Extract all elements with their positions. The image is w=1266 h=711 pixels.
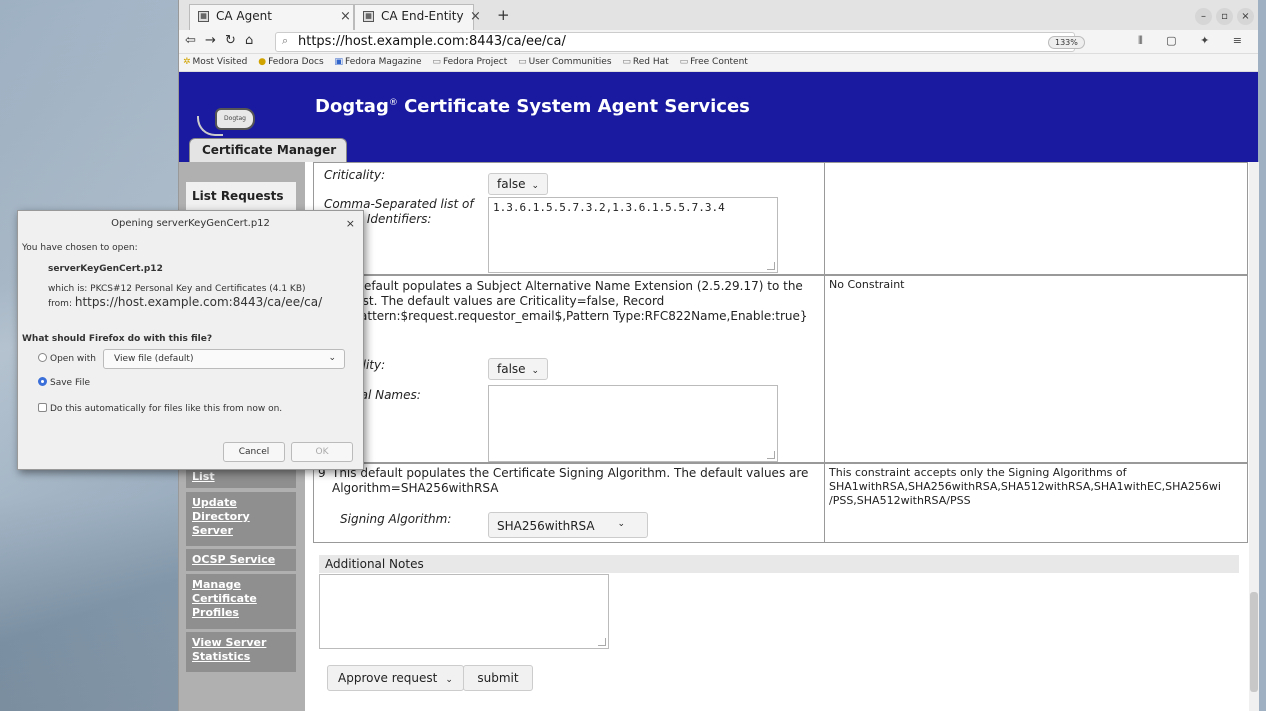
zoom-level[interactable]: 133%	[1048, 36, 1085, 49]
general-names-textarea[interactable]	[488, 385, 778, 462]
constraint-cell	[824, 163, 1249, 274]
criticality-label: Criticality:	[324, 168, 386, 182]
bookmark-fedora-magazine[interactable]: ▣ Fedora Magazine	[335, 57, 422, 67]
magazine-icon: ▣	[334, 57, 344, 67]
window-controls: – ▫ ×	[1191, 8, 1254, 25]
file-name: serverKeyGenCert.p12	[48, 264, 163, 274]
chosen-text: You have chosen to open:	[22, 243, 138, 253]
checkbox-icon	[38, 403, 47, 412]
bookmark-fedora-project[interactable]: ▭ Fedora Project	[432, 57, 507, 67]
constraint-cell: No Constraint	[824, 276, 1249, 462]
additional-notes-header: Additional Notes	[319, 555, 1239, 573]
open-with-radio[interactable]: Open with	[38, 353, 96, 364]
constraint-cell: This constraint accepts only the Signing…	[824, 464, 1249, 542]
chevron-down-icon: ⌄	[617, 519, 625, 529]
scrollbar-thumb[interactable]	[1250, 592, 1258, 692]
url-bar[interactable]: ⌕ https://host.example.com:8443/ca/ee/ca…	[275, 32, 1085, 52]
toolbar-icons[interactable]: ⫴ ▢ ✦ ≡	[1138, 34, 1252, 48]
policy-row-subject-alt-name: This default populates a Subject Alterna…	[313, 275, 1248, 463]
url-text: https://host.example.com:8443/ca/ee/ca/	[298, 34, 566, 49]
cancel-button[interactable]: Cancel	[223, 442, 285, 462]
approve-request-select[interactable]: Approve request ⌄	[327, 665, 464, 691]
sidebar-item-manage-profiles[interactable]: Manage Certificate Profiles	[186, 574, 296, 629]
navigation-bar: ⇦ → ↻ ⌂ ⌕ https://host.example.com:8443/…	[179, 30, 1258, 54]
bookmark-most-visited[interactable]: ✲ Most Visited	[183, 57, 247, 67]
policy-row-signing-alg: 9 This default populates the Certificate…	[313, 463, 1248, 543]
gear-icon: ✲	[183, 57, 191, 67]
tab-bar: ▦ CA Agent × ▦ CA End-Entity × + – ▫ ×	[179, 0, 1258, 30]
close-icon[interactable]: ×	[346, 217, 355, 230]
save-file-radio[interactable]: Save File	[38, 377, 90, 388]
reload-icon[interactable]: ↻	[225, 33, 236, 48]
page-banner: Dogtag Dogtag® Certificate System Agent …	[179, 72, 1258, 162]
bookmark-fedora-docs[interactable]: ● Fedora Docs	[258, 57, 323, 67]
criticality-select[interactable]: false ⌄	[488, 358, 549, 380]
ok-button[interactable]: OK	[291, 442, 353, 462]
close-icon[interactable]: ×	[470, 9, 481, 24]
tab-label: CA End-Entity	[381, 9, 464, 23]
dialog-title: Opening serverKeyGenCert.p12	[111, 218, 270, 229]
desktop-edge	[1258, 0, 1266, 711]
search-icon: ⌕	[282, 34, 289, 47]
bookmarks-bar: ✲ Most Visited ● Fedora Docs ▣ Fedora Magaz…	[179, 54, 1258, 72]
additional-notes-textarea[interactable]	[319, 574, 609, 649]
folder-icon: ▭	[518, 57, 527, 67]
policy-description: This default populates the Certificate S…	[332, 466, 809, 495]
chevron-down-icon: ⌄	[328, 353, 336, 363]
bookmark-user-communities[interactable]: ▭ User Communities	[518, 57, 611, 67]
fedora-icon: ●	[258, 57, 267, 67]
sidebar-item-view-stats[interactable]: View Server Statistics	[186, 632, 296, 672]
certificate-icon: ▦	[198, 11, 209, 22]
sidebar-item-update-directory[interactable]: Update Directory Server	[186, 492, 296, 546]
dogtag-logo: Dogtag	[197, 108, 255, 136]
minimize-icon[interactable]: –	[1195, 8, 1212, 25]
radio-icon	[38, 353, 47, 362]
back-icon[interactable]: ⇦	[185, 33, 196, 48]
page-title: Dogtag® Certificate System Agent Service…	[315, 96, 750, 117]
chevron-down-icon: ⌄	[445, 675, 453, 685]
tab-ca-end-entity[interactable]: ▦ CA End-Entity ×	[354, 4, 481, 30]
policy-description: This default populates a Subject Alterna…	[328, 279, 808, 323]
bookmark-red-hat[interactable]: ▭ Red Hat	[622, 57, 668, 67]
signing-algorithm-label: Signing Algorithm:	[340, 512, 452, 526]
tab-label: CA Agent	[216, 9, 272, 23]
file-type: which is: PKCS#12 Personal Key and Certi…	[48, 284, 306, 294]
maximize-icon[interactable]: ▫	[1216, 8, 1233, 25]
sidebar-item-list-requests[interactable]: List Requests	[186, 182, 296, 210]
certificate-icon: ▦	[363, 11, 374, 22]
new-tab-icon[interactable]: +	[497, 6, 510, 24]
submit-button[interactable]: submit	[463, 665, 533, 691]
bookmark-free-content[interactable]: ▭ Free Content	[680, 57, 748, 67]
signing-algorithm-select[interactable]: SHA256withRSA ⌄	[488, 512, 648, 538]
dialog-question: What should Firefox do with this file?	[22, 334, 213, 344]
close-window-icon[interactable]: ×	[1237, 8, 1254, 25]
download-dialog: Opening serverKeyGenCert.p12 × You have …	[17, 210, 364, 470]
folder-icon: ▭	[679, 57, 689, 67]
radio-selected-icon	[38, 377, 47, 386]
chevron-down-icon: ⌄	[531, 181, 540, 191]
auto-checkbox[interactable]: Do this automatically for files like thi…	[38, 403, 282, 414]
criticality-select[interactable]: false ⌄	[488, 173, 549, 195]
tab-ca-agent[interactable]: ▦ CA Agent ×	[189, 4, 354, 30]
tab-certificate-manager[interactable]: Certificate Manager	[189, 138, 348, 162]
folder-icon: ▭	[622, 57, 631, 67]
scrollbar[interactable]	[1249, 162, 1259, 711]
forward-icon[interactable]: →	[205, 33, 216, 48]
open-with-select[interactable]: View file (default) ⌄	[103, 349, 345, 369]
policy-row-ext-key-usage: Criticality: false ⌄ Comma-Separated list…	[313, 162, 1248, 275]
oid-textarea[interactable]: 1.3.6.1.5.5.7.3.2,1.3.6.1.5.5.7.3.4	[488, 197, 778, 273]
main-panel: Criticality: false ⌄ Comma-Separated list…	[313, 162, 1259, 711]
file-source: from: https://host.example.com:8443/ca/e…	[48, 295, 323, 309]
sidebar-item-ocsp[interactable]: OCSP Service	[186, 549, 296, 571]
chevron-down-icon: ⌄	[531, 366, 540, 376]
home-icon[interactable]: ⌂	[245, 33, 253, 48]
close-icon[interactable]: ×	[340, 9, 351, 24]
folder-icon: ▭	[432, 57, 441, 67]
